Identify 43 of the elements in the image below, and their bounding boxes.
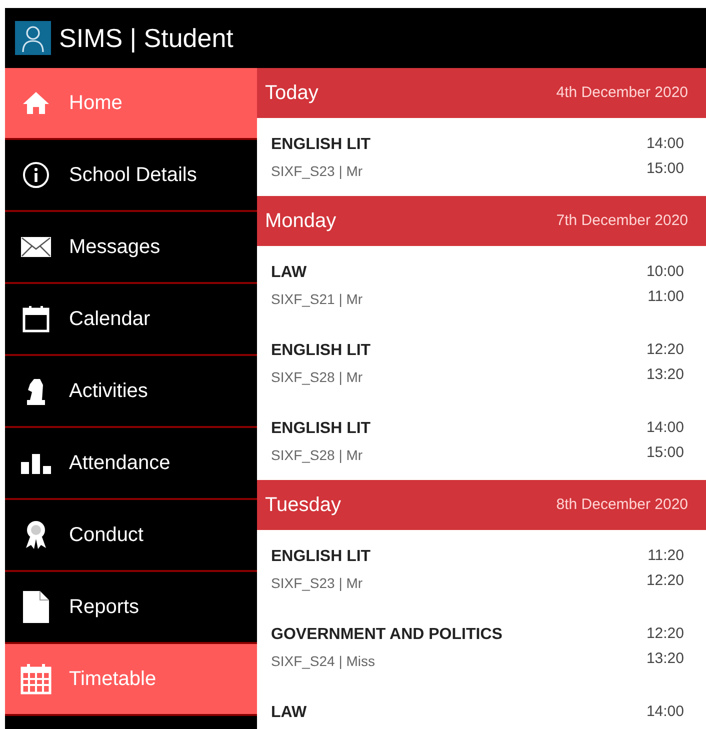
lesson-subject: ENGLISH LIT bbox=[271, 547, 371, 567]
end-time: 12:20 bbox=[646, 570, 684, 590]
student-avatar-icon bbox=[15, 21, 51, 55]
lesson-subject: ENGLISH LIT bbox=[271, 135, 371, 155]
chess-knight-icon bbox=[24, 376, 48, 406]
start-time: 14:00 bbox=[646, 418, 684, 438]
day-date: 4th December 2020 bbox=[556, 82, 688, 103]
start-time: 10:00 bbox=[646, 262, 684, 282]
day-name: Tuesday bbox=[265, 493, 341, 518]
end-time: 11:00 bbox=[648, 286, 684, 306]
start-time: 12:20 bbox=[646, 624, 684, 644]
start-time: 14:00 bbox=[646, 702, 684, 722]
lesson-room-teacher: SIXF_S28 | Mr bbox=[271, 368, 364, 387]
lesson-room-teacher: SIXF_S23 | Mr bbox=[271, 162, 364, 181]
day-date: 7th December 2020 bbox=[556, 210, 688, 231]
start-time: 14:00 bbox=[646, 134, 684, 154]
day-name: Monday bbox=[265, 209, 336, 234]
lesson-subject: GOVERNMENT AND POLITICS bbox=[271, 625, 502, 645]
day-name: Today bbox=[265, 81, 318, 106]
calendar-icon bbox=[22, 305, 50, 333]
lesson-room-teacher: SIXF_S23 | Mr bbox=[271, 574, 364, 593]
bar-chart-icon bbox=[21, 452, 51, 474]
lesson-room-teacher: SIXF_S28 | Mr bbox=[271, 446, 364, 465]
end-time: 15:00 bbox=[646, 442, 684, 462]
start-time: 11:20 bbox=[648, 546, 684, 566]
lesson-subject: LAW bbox=[271, 703, 307, 723]
calendar-grid-icon bbox=[20, 663, 52, 695]
end-time: 13:20 bbox=[646, 364, 684, 384]
start-time: 12:20 bbox=[646, 340, 684, 360]
end-time: 15:00 bbox=[646, 158, 684, 178]
lesson-room-teacher: SIXF_S21 | Mr bbox=[271, 290, 363, 309]
lesson-room-teacher: SIXF_S24 | Miss bbox=[271, 652, 376, 671]
app-title: SIMS | Student bbox=[59, 22, 234, 54]
rosette-icon bbox=[24, 520, 48, 550]
day-date: 8th December 2020 bbox=[556, 494, 688, 515]
lesson-subject: ENGLISH LIT bbox=[271, 341, 371, 361]
lesson-subject: LAW bbox=[271, 263, 308, 283]
info-icon bbox=[22, 161, 50, 189]
home-icon bbox=[22, 91, 50, 115]
lesson-subject: ENGLISH LIT bbox=[271, 419, 371, 439]
envelope-icon bbox=[21, 237, 51, 257]
document-icon bbox=[22, 590, 50, 624]
end-time: 13:20 bbox=[646, 648, 684, 668]
